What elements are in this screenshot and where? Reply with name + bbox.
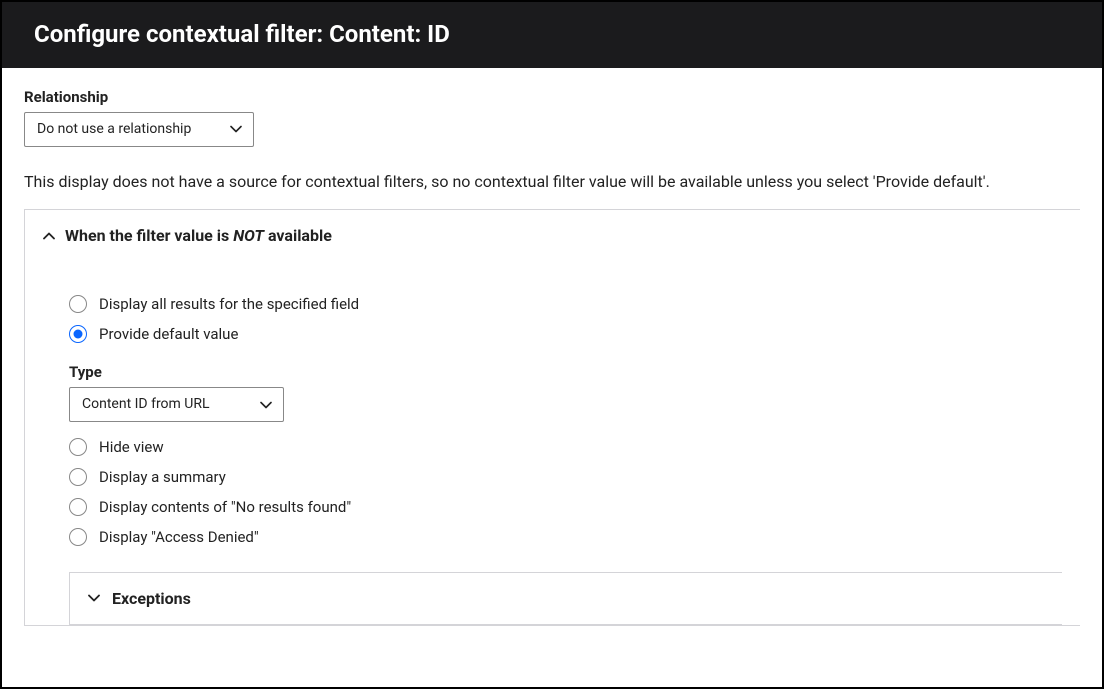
radio-icon [69, 468, 87, 486]
section-not-available-title: When the filter value is NOT available [65, 226, 332, 245]
relationship-select-value: Do not use a relationship [24, 112, 254, 147]
radio-display-all[interactable]: Display all results for the specified fi… [69, 289, 1062, 319]
dialog-body: Relationship Do not use a relationship T… [2, 68, 1102, 626]
type-select[interactable]: Content ID from URL [69, 387, 284, 422]
chevron-down-icon [88, 594, 100, 602]
relationship-select[interactable]: Do not use a relationship [24, 112, 254, 147]
radio-label: Hide view [99, 438, 164, 456]
radio-icon [69, 528, 87, 546]
section-exceptions: Exceptions [69, 572, 1062, 625]
section-exceptions-toggle[interactable]: Exceptions [70, 573, 1062, 624]
radio-no-results[interactable]: Display contents of "No results found" [69, 492, 1062, 522]
radio-icon [69, 498, 87, 516]
radio-label: Display a summary [99, 468, 226, 486]
chevron-up-icon [43, 232, 55, 240]
dialog-title: Configure contextual filter: Content: ID [34, 20, 450, 48]
type-label: Type [69, 363, 1062, 381]
radio-access-denied[interactable]: Display "Access Denied" [69, 522, 1062, 552]
radio-hide-view[interactable]: Hide view [69, 432, 1062, 462]
dialog: Configure contextual filter: Content: ID… [0, 0, 1104, 689]
radio-icon [69, 438, 87, 456]
radio-summary[interactable]: Display a summary [69, 462, 1062, 492]
type-block: Type Content ID from URL [69, 363, 1062, 422]
radio-provide-default[interactable]: Provide default value [69, 319, 1062, 349]
type-select-value: Content ID from URL [69, 387, 284, 422]
dialog-header: Configure contextual filter: Content: ID [2, 2, 1102, 68]
radio-icon [69, 295, 87, 313]
section-not-available: When the filter value is NOT available D… [24, 209, 1080, 626]
relationship-label: Relationship [24, 88, 1080, 106]
help-text: This display does not have a source for … [24, 171, 1080, 193]
section-not-available-toggle[interactable]: When the filter value is NOT available [25, 210, 1080, 261]
section-exceptions-title: Exceptions [112, 589, 191, 608]
section-not-available-body: Display all results for the specified fi… [25, 261, 1080, 625]
radio-label: Display contents of "No results found" [99, 498, 351, 516]
radio-label: Display "Access Denied" [99, 528, 259, 546]
radio-icon [69, 325, 87, 343]
radio-label: Display all results for the specified fi… [99, 295, 359, 313]
radio-label: Provide default value [99, 325, 238, 343]
